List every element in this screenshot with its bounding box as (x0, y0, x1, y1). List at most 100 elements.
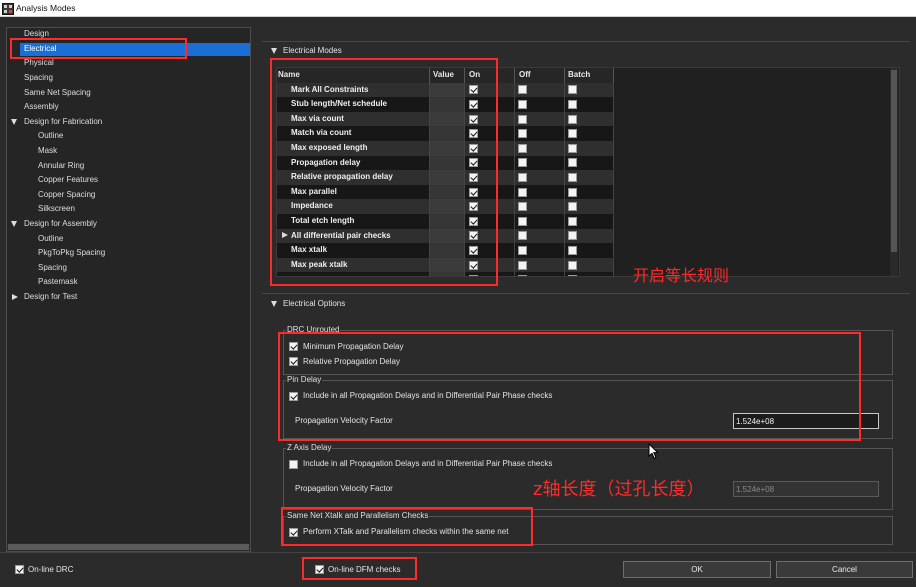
constraint-name-cell[interactable]: Stub length/Net schedule (277, 97, 430, 112)
constraint-name-cell[interactable]: Max via count (277, 111, 430, 127)
constraint-name-cell[interactable]: Impedance (277, 199, 430, 214)
batch-checkbox[interactable] (568, 172, 577, 182)
tree-item-design-for-fabrication[interactable]: Design for Fabrication (7, 115, 250, 130)
constraint-value-cell[interactable] (430, 228, 465, 244)
table-vertical-scrollbar[interactable] (890, 68, 898, 276)
on-checkbox[interactable] (469, 99, 478, 109)
tree-item-design[interactable]: Design (7, 28, 250, 42)
batch-checkbox[interactable] (568, 260, 577, 270)
tree-item-outline-fabrication[interactable]: Outline (7, 129, 250, 144)
tree-item-silkscreen[interactable]: Silkscreen (7, 202, 250, 217)
constraint-value-cell[interactable] (430, 126, 465, 141)
constraint-value-cell[interactable] (430, 141, 465, 156)
constraint-row[interactable]: Stub length/Net schedule (277, 97, 614, 112)
electrical-options-header[interactable]: Electrical Options (283, 300, 345, 308)
z-axis-include-label[interactable]: Include in all Propagation Delays and in… (303, 460, 552, 468)
batch-checkbox[interactable] (568, 245, 577, 255)
constraint-value-cell[interactable] (430, 214, 465, 229)
z-axis-include-checkbox[interactable] (289, 460, 298, 469)
constraint-row[interactable]: Match via count (277, 126, 614, 141)
on-checkbox[interactable] (469, 202, 478, 212)
constraint-name-cell[interactable]: Max peak xtalk (277, 257, 430, 273)
off-checkbox[interactable] (518, 143, 527, 153)
pin-delay-include-checkbox[interactable] (289, 392, 298, 401)
constraint-row[interactable]: Propagation delay (277, 155, 614, 171)
batch-checkbox[interactable] (568, 275, 577, 276)
collapse-arrow-icon[interactable] (271, 48, 277, 54)
on-checkbox[interactable] (469, 143, 478, 153)
cancel-button[interactable]: Cancel (776, 561, 913, 578)
expand-arrow-icon[interactable] (282, 232, 288, 239)
tree-item-electrical[interactable]: Electrical (7, 42, 250, 57)
batch-checkbox[interactable] (568, 85, 577, 95)
on-checkbox[interactable] (469, 129, 478, 139)
on-checkbox[interactable] (469, 85, 478, 95)
batch-checkbox[interactable] (568, 187, 577, 197)
on-checkbox[interactable] (469, 158, 478, 168)
constraint-name-cell[interactable]: Max parallel (277, 184, 430, 200)
constraint-value-cell[interactable] (430, 111, 465, 127)
constraint-row[interactable]: All differential pair checks (277, 228, 614, 244)
electrical-modes-header[interactable]: Electrical Modes (283, 47, 342, 55)
constraint-value-cell[interactable] (430, 97, 465, 112)
off-checkbox[interactable] (518, 275, 527, 276)
off-checkbox[interactable] (518, 158, 527, 168)
tree-item-mask[interactable]: Mask (7, 144, 250, 159)
batch-checkbox[interactable] (568, 216, 577, 226)
constraint-value-cell[interactable] (430, 170, 465, 185)
tree-item-spacing[interactable]: Spacing (7, 71, 250, 86)
off-checkbox[interactable] (518, 85, 527, 95)
ok-button[interactable]: OK (623, 561, 771, 578)
off-checkbox[interactable] (518, 187, 527, 197)
constraint-name-cell[interactable]: Total etch length (277, 214, 430, 229)
on-checkbox[interactable] (469, 216, 478, 226)
constraint-name-cell[interactable]: Relative propagation delay (277, 170, 430, 185)
constraint-value-cell[interactable] (430, 155, 465, 171)
constraint-name-cell[interactable]: Mark All Constraints (277, 82, 430, 98)
constraint-value-cell[interactable] (430, 184, 465, 200)
same-net-xtalk-label[interactable]: Perform XTalk and Parallelism checks wit… (303, 528, 508, 536)
constraint-value-cell[interactable] (430, 199, 465, 214)
constraint-row[interactable]: Max parallel (277, 184, 614, 200)
tree-item-spacing-assembly[interactable]: Spacing (7, 261, 250, 276)
constraint-value-cell[interactable] (430, 272, 465, 276)
collapse-arrow-icon[interactable] (11, 221, 17, 228)
online-dfm-checkbox[interactable] (315, 565, 324, 574)
constraint-row[interactable]: Total etch length (277, 214, 614, 229)
on-checkbox[interactable] (469, 260, 478, 270)
off-checkbox[interactable] (518, 216, 527, 226)
z-axis-velocity-input[interactable] (733, 481, 879, 497)
constraint-value-cell[interactable] (430, 257, 465, 273)
tree-item-copper-spacing[interactable]: Copper Spacing (7, 188, 250, 203)
off-checkbox[interactable] (518, 114, 527, 124)
constraint-name-cell[interactable]: All differential pair checks (277, 228, 430, 244)
tree-item-design-for-test[interactable]: Design for Test (7, 290, 250, 305)
tree-item-same-net-spacing[interactable]: Same Net Spacing (7, 86, 250, 101)
expand-arrow-icon[interactable] (12, 293, 18, 300)
on-checkbox[interactable] (469, 275, 478, 276)
on-checkbox[interactable] (469, 187, 478, 197)
constraint-value-cell[interactable] (430, 243, 465, 258)
constraint-row[interactable]: Max exposed length (277, 141, 614, 156)
off-checkbox[interactable] (518, 202, 527, 212)
constraint-row[interactable]: Impedance (277, 199, 614, 214)
constraint-row[interactable]: Mark All Constraints (277, 82, 614, 98)
tree-item-pkgtopkg-spacing[interactable]: PkgToPkg Spacing (7, 246, 250, 261)
constraint-row[interactable] (277, 272, 614, 276)
minimum-propagation-delay-checkbox[interactable] (289, 342, 298, 351)
scrollbar-thumb[interactable] (891, 70, 897, 252)
tree-item-pastemask[interactable]: Pastemask (7, 275, 250, 290)
constraint-name-cell[interactable]: Max exposed length (277, 141, 430, 156)
collapse-arrow-icon[interactable] (271, 301, 277, 307)
off-checkbox[interactable] (518, 260, 527, 270)
online-drc-checkbox[interactable] (15, 565, 24, 574)
constraint-value-cell[interactable] (430, 82, 465, 98)
off-checkbox[interactable] (518, 129, 527, 139)
scrollbar-thumb[interactable] (8, 544, 249, 550)
tree-horizontal-scrollbar[interactable] (7, 543, 250, 551)
batch-checkbox[interactable] (568, 158, 577, 168)
off-checkbox[interactable] (518, 172, 527, 182)
same-net-xtalk-checkbox[interactable] (289, 528, 298, 537)
on-checkbox[interactable] (469, 114, 478, 124)
constraint-name-cell[interactable]: Max xtalk (277, 243, 430, 258)
